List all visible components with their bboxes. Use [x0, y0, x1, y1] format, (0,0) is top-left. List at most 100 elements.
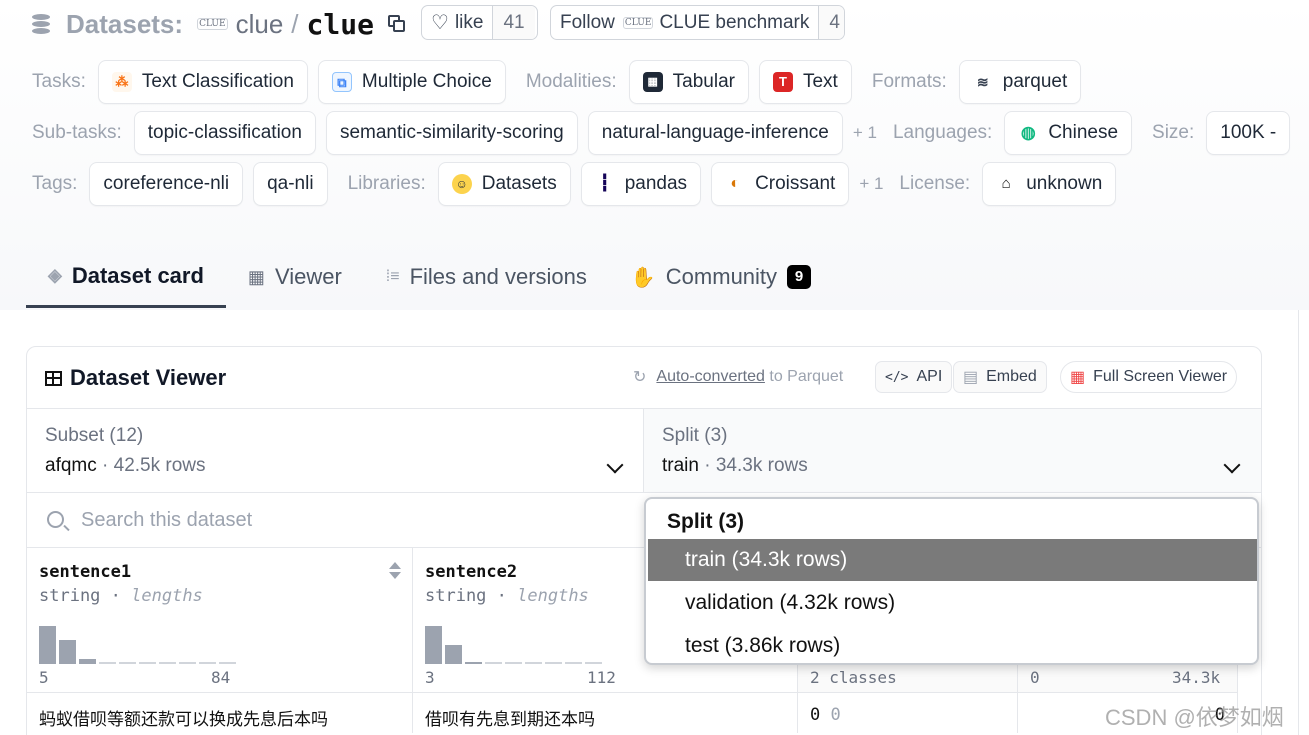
histogram-max: 84: [211, 668, 231, 687]
library-chip-croissant[interactable]: ◐ Croissant: [711, 162, 850, 206]
split-option-test[interactable]: test (3.86k rows): [648, 625, 1257, 663]
modalities-label: Modalities:: [525, 71, 617, 92]
chip-label: Multiple Choice: [361, 71, 492, 92]
text-classification-icon: ⁂: [111, 72, 132, 92]
chip-label: Croissant: [755, 173, 836, 194]
follow-button[interactable]: Follow CLUE CLUE benchmark 4: [550, 5, 845, 40]
copy-icon[interactable]: [387, 15, 406, 33]
multiple-choice-icon: ⧉: [331, 72, 352, 92]
embed-button[interactable]: ▤ Embed: [953, 361, 1047, 393]
table-icon: ▦: [247, 266, 265, 287]
histogram-empty-bin: [525, 662, 542, 664]
files-icon: ⁞≡: [385, 268, 400, 285]
size-chip[interactable]: 100K -: [1206, 111, 1291, 155]
histogram-empty-bin: [159, 662, 176, 664]
subtask-chip[interactable]: topic-classification: [133, 111, 316, 155]
api-button[interactable]: </> API: [875, 361, 953, 393]
format-chip-parquet[interactable]: ≋ parquet: [958, 60, 1082, 104]
histogram-empty-bin: [565, 662, 582, 664]
grid-icon: [45, 370, 62, 386]
histogram-empty-bin: [219, 662, 236, 664]
languages-label: Languages:: [892, 122, 993, 143]
database-icon: [32, 14, 50, 34]
histogram-bar: [425, 626, 442, 664]
full-screen-viewer-button[interactable]: ▦ Full Screen Viewer: [1060, 361, 1238, 393]
heart-icon: ♡: [431, 12, 449, 34]
column-header-sentence1[interactable]: sentence1 string · lengths 5 84: [27, 548, 413, 693]
chip-label: semantic-similarity-scoring: [339, 122, 564, 143]
split-option-train[interactable]: train (34.3k rows): [648, 539, 1257, 581]
org-link[interactable]: clue: [236, 9, 284, 40]
tags-row: Tags: coreference-nli qa-nli Libraries: …: [32, 162, 1117, 206]
row1-label[interactable]: 0 0: [798, 693, 1018, 733]
library-chip-datasets[interactable]: ☺ Datasets: [437, 162, 571, 206]
refresh-icon: ↻: [633, 369, 647, 386]
task-chip-multiple-choice[interactable]: ⧉ Multiple Choice: [317, 60, 506, 104]
column-type-name: string: [39, 586, 101, 606]
button-label: API: [916, 368, 943, 385]
libraries-more[interactable]: + 1: [859, 174, 883, 194]
tag-chip[interactable]: qa-nli: [253, 162, 328, 206]
column-name: sentence1: [39, 562, 132, 582]
org-small-icon: CLUE: [622, 16, 654, 29]
datasets-label: Datasets:: [66, 8, 184, 39]
tag-chip[interactable]: coreference-nli: [89, 162, 244, 206]
follow-segment[interactable]: Follow CLUE CLUE benchmark: [551, 6, 818, 39]
button-label: Embed: [986, 368, 1037, 385]
auto-converted-note: ↻ Auto-converted to Parquet: [633, 367, 843, 387]
chip-label: Tabular: [672, 71, 735, 92]
label-name: 0: [830, 705, 841, 725]
modality-chip-text[interactable]: T Text: [758, 60, 852, 104]
like-segment[interactable]: ♡ like: [422, 6, 492, 39]
column-stat-name: lengths: [131, 586, 203, 606]
search-input[interactable]: Search this dataset: [81, 509, 252, 532]
library-chip-pandas[interactable]: ┇ pandas: [580, 162, 702, 206]
dataset-name-link[interactable]: clue: [307, 8, 374, 41]
chevron-down-icon: [1223, 456, 1241, 474]
histogram-bar: [79, 659, 96, 664]
histogram-bar: [59, 640, 76, 664]
tab-viewer[interactable]: ▦ Viewer: [226, 246, 364, 308]
tab-label: Viewer: [274, 264, 342, 289]
histogram-empty-bin: [99, 662, 116, 664]
row1-sentence1[interactable]: 蚂蚁借呗等额还款可以换成先息后本吗: [27, 693, 413, 733]
task-chip-text-classification[interactable]: ⁂ Text Classification: [97, 60, 308, 104]
follow-org-name: CLUE benchmark: [659, 11, 810, 33]
histogram-empty-bin: [119, 662, 136, 664]
column-type: string · lengths: [425, 586, 589, 606]
length-histogram: [425, 624, 625, 664]
subtask-chip[interactable]: semantic-similarity-scoring: [325, 111, 578, 155]
split-select[interactable]: Split (3) train · 34.3k rows: [644, 409, 1261, 493]
histogram-min: 3: [425, 668, 435, 687]
follow-count: 4: [818, 6, 844, 39]
watermark: CSDN @依梦如烟: [1105, 705, 1284, 730]
split-option-validation[interactable]: validation (4.32k rows): [648, 582, 1257, 624]
idx-min: 0: [1030, 668, 1040, 687]
subtasks-more[interactable]: + 1: [853, 123, 877, 143]
sort-up-icon[interactable]: [389, 562, 401, 569]
chip-label: Chinese: [1048, 122, 1119, 143]
subset-name: afqmc: [45, 455, 97, 476]
column-type-name: string: [425, 586, 487, 606]
subset-select[interactable]: Subset (12) afqmc · 42.5k rows: [27, 409, 644, 493]
row1-sentence2[interactable]: 借呗有先息到期还本吗: [413, 693, 798, 733]
chip-label: topic-classification: [147, 122, 302, 143]
tab-dataset-card[interactable]: ◈ Dataset card: [26, 246, 226, 308]
tab-community[interactable]: ✋ Community 9: [609, 246, 833, 308]
idx-max: 34.3k: [1172, 668, 1221, 687]
auto-converted-link[interactable]: Auto-converted: [656, 368, 765, 385]
modality-chip-tabular[interactable]: ▦ Tabular: [628, 60, 749, 104]
embed-icon: ▤: [963, 369, 979, 386]
language-chip-chinese[interactable]: ◍ Chinese: [1004, 111, 1133, 155]
chip-label: parquet: [1002, 71, 1068, 92]
tasks-row: Tasks: ⁂ Text Classification ⧉ Multiple Ch…: [32, 60, 1082, 104]
search-icon: [47, 511, 64, 528]
tab-files-and-versions[interactable]: ⁞≡ Files and versions: [364, 246, 609, 308]
subtask-chip[interactable]: natural-language-inference: [587, 111, 843, 155]
tabular-icon: ▦: [642, 72, 663, 92]
license-chip[interactable]: ⌂ unknown: [982, 162, 1117, 206]
chevron-down-icon: [606, 456, 624, 474]
sort-down-icon[interactable]: [389, 572, 401, 579]
cube-icon: ◈: [48, 265, 62, 285]
like-button[interactable]: ♡ like 41: [421, 5, 538, 40]
